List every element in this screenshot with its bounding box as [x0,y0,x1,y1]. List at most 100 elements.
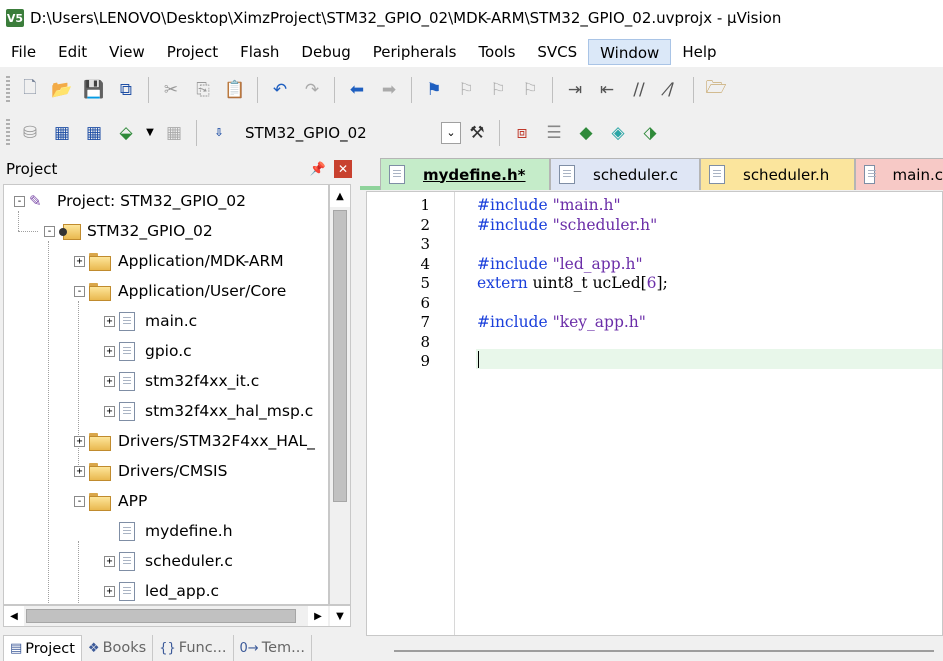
code-editor[interactable]: 1 2 3 4 5 6 7 8 9 #include "main.h" #inc… [366,191,943,636]
manage-components-icon[interactable]: ⧈ [508,119,536,147]
save-all-icon[interactable]: ⧉ [112,76,140,104]
tab-project[interactable]: ▤ Project [3,635,82,661]
tree-item-file[interactable]: + stm32f4xx_it.c [104,366,259,396]
toolbar-grip[interactable] [6,119,10,147]
expand-icon[interactable]: + [104,376,115,387]
project-tree[interactable]: - ✎ Project: STM32_GPIO_02 - STM32_GPIO_… [3,184,329,605]
tree-item-group[interactable]: + Application/MDK-ARM [74,246,284,276]
options-for-target-icon[interactable]: ⚒ [463,119,491,147]
batch-build-icon[interactable]: ⬙ [112,119,140,147]
code-line-2[interactable]: #include "scheduler.h" [477,216,657,236]
collapse-icon[interactable]: - [74,496,85,507]
menu-window[interactable]: Window [588,39,671,65]
scroll-right-icon[interactable]: ▶ [308,606,328,626]
open-folder-icon[interactable]: 📂 [48,76,76,104]
target-select-value[interactable]: STM32_GPIO_02 [241,124,441,142]
unindent-icon[interactable]: ⇤ [593,76,621,104]
scrollbar-thumb[interactable] [26,609,296,623]
expand-icon[interactable]: + [74,256,85,267]
menu-view[interactable]: View [98,39,156,65]
scroll-left-icon[interactable]: ◀ [4,606,24,626]
uncomment-icon[interactable]: /̸ [657,76,685,104]
collapse-icon[interactable]: - [74,286,85,297]
toolbar-grip[interactable] [6,76,10,104]
close-icon[interactable]: ✕ [334,160,352,178]
chevron-down-icon[interactable]: ⌄ [441,122,461,144]
expand-icon[interactable]: + [104,346,115,357]
expand-icon[interactable]: + [104,586,115,597]
cut-icon[interactable]: ✂ [157,76,185,104]
tree-item-file[interactable]: + stm32f4xx_hal_msp.c [104,396,313,426]
next-bookmark-icon[interactable]: ⚐ [484,76,512,104]
redo-icon[interactable]: ↷ [298,76,326,104]
tree-item-group[interactable]: + Drivers/STM32F4xx_HAL_ [74,426,315,456]
tree-item-group[interactable]: - APP [74,486,147,516]
build-icon[interactable]: ▦ [48,119,76,147]
tab-main-c[interactable]: main.c [855,158,943,190]
run-time-environment-icon[interactable]: ⬗ [636,119,664,147]
tree-horizontal-scrollbar[interactable]: ◀ ▶ ▼ [3,605,351,627]
tree-item-group[interactable]: + Drivers/CMSIS [74,456,227,486]
paste-icon[interactable]: 📋 [221,76,249,104]
tab-templates[interactable]: 0→ Tem... [234,635,312,661]
tree-item-target[interactable]: - STM32_GPIO_02 [44,216,213,246]
menu-tools[interactable]: Tools [467,39,526,65]
expand-icon[interactable]: + [104,406,115,417]
dropdown-arrow-icon[interactable]: ▼ [144,119,156,147]
target-select[interactable]: STM32_GPIO_02 ⌄ [241,119,461,147]
menu-file[interactable]: File [0,39,47,65]
find-in-files-icon[interactable]: 🗁 [702,76,730,104]
tab-functions[interactable]: {} Func... [153,635,233,661]
new-file-icon[interactable]: 🗋 [16,76,44,104]
file-extensions-icon[interactable]: ☰ [540,119,568,147]
code-line-7[interactable]: #include "key_app.h" [477,313,646,333]
scroll-up-icon[interactable]: ▲ [330,185,350,207]
pack-installer-icon[interactable]: ◈ [604,119,632,147]
expand-icon[interactable]: + [74,436,85,447]
menu-edit[interactable]: Edit [47,39,98,65]
editor-horizontal-scrollbar[interactable] [366,641,943,660]
bookmark-icon[interactable]: ⚑ [420,76,448,104]
code-line-1[interactable]: #include "main.h" [477,196,621,216]
scrollbar-thumb[interactable] [394,650,934,652]
code-line-5[interactable]: extern uint8_t ucLed[6]; [477,274,668,294]
tab-scheduler-c[interactable]: scheduler.c [550,158,700,190]
indent-icon[interactable]: ⇥ [561,76,589,104]
tab-books[interactable]: ❖ Books [82,635,153,661]
tree-item-file[interactable]: + scheduler.c [104,546,233,576]
select-packs-icon[interactable]: ◆ [572,119,600,147]
expand-icon[interactable]: + [74,466,85,477]
pin-icon[interactable]: 📌 [308,162,328,177]
collapse-icon[interactable]: - [44,226,55,237]
save-icon[interactable]: 💾 [80,76,108,104]
tree-item-group[interactable]: - Application/User/Core [74,276,286,306]
undo-icon[interactable]: ↶ [266,76,294,104]
menu-project[interactable]: Project [156,39,229,65]
stop-build-icon[interactable]: ▦ [160,119,188,147]
menu-svcs[interactable]: SVCS [526,39,588,65]
download-load-icon[interactable]: ⇩ [205,119,233,147]
menu-help[interactable]: Help [671,39,727,65]
clear-bookmarks-icon[interactable]: ⚐ [516,76,544,104]
tree-item-project[interactable]: - ✎ Project: STM32_GPIO_02 [14,186,246,216]
tree-item-file[interactable]: mydefine.h [119,516,233,546]
scrollbar-thumb[interactable] [333,210,347,502]
rebuild-icon[interactable]: ▦ [80,119,108,147]
tree-item-file[interactable]: + gpio.c [104,336,192,366]
expand-icon[interactable]: + [104,316,115,327]
prev-bookmark-icon[interactable]: ⚐ [452,76,480,104]
code-line-4[interactable]: #include "led_app.h" [477,255,643,275]
translate-icon[interactable]: ⛁ [16,119,44,147]
comment-icon[interactable]: // [625,76,653,104]
tree-item-file[interactable]: + main.c [104,306,197,336]
tree-item-file[interactable]: + led_app.c [104,576,219,605]
scroll-down-icon[interactable]: ▼ [330,606,350,626]
menu-flash[interactable]: Flash [229,39,290,65]
expand-icon[interactable]: + [104,556,115,567]
menu-peripherals[interactable]: Peripherals [362,39,468,65]
tab-scheduler-h[interactable]: scheduler.h [700,158,855,190]
tab-mydefine-h[interactable]: mydefine.h* [380,158,550,190]
navigate-forward-icon[interactable]: ➡ [375,76,403,104]
collapse-icon[interactable]: - [14,196,25,207]
tree-vertical-scrollbar[interactable]: ▲ [329,184,351,605]
